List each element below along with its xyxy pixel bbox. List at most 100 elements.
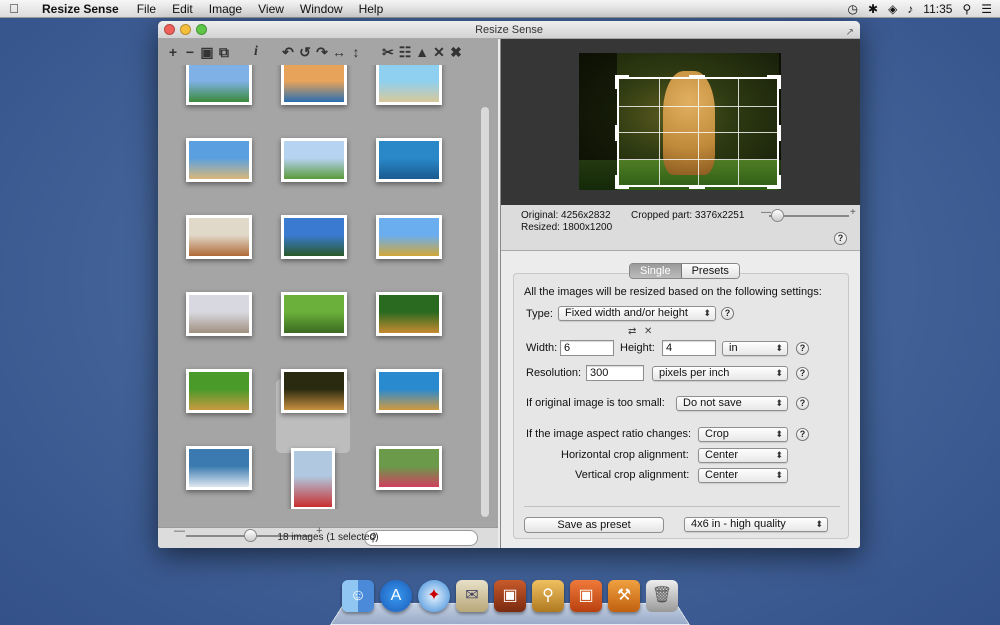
photo-booth-icon[interactable]: ▣ <box>494 580 526 612</box>
flip-vertical-icon[interactable]: ↕ <box>349 44 363 60</box>
clock[interactable]: 11:35 <box>923 2 952 16</box>
remove-icon[interactable]: − <box>183 44 197 60</box>
tab-single[interactable]: Single <box>630 264 682 278</box>
clear-dimensions-icon[interactable]: ✕ <box>644 326 652 337</box>
type-help-button[interactable]: ? <box>721 307 734 320</box>
preview-photo[interactable] <box>579 53 781 190</box>
aspect-help-button[interactable]: ? <box>796 428 809 441</box>
crop-icon[interactable]: ✂ <box>381 44 395 61</box>
thumbnail-beach[interactable] <box>186 138 252 182</box>
close-button[interactable] <box>164 24 175 35</box>
settings-intro: All the images will be resized based on … <box>524 286 822 298</box>
thumbnail-girl-meadow[interactable] <box>376 446 442 490</box>
apple-icon[interactable]:  <box>0 1 28 16</box>
size-help-button[interactable]: ? <box>796 342 809 355</box>
help-button[interactable]: ? <box>834 232 847 245</box>
tab-presets[interactable]: Presets <box>681 264 739 278</box>
thumbnail-tiger[interactable] <box>376 292 442 336</box>
crop-handle-top[interactable] <box>689 75 705 79</box>
trash-icon[interactable]: 🗑 <box>646 580 678 612</box>
crop-handle-top-left[interactable] <box>615 75 629 89</box>
wifi-icon[interactable]: ◈ <box>888 2 897 16</box>
menu-window[interactable]: Window <box>300 2 343 16</box>
thumbnail-cheetah[interactable] <box>281 369 347 413</box>
volume-icon[interactable]: ♪ <box>907 2 913 16</box>
thumbnail-harbor[interactable] <box>281 215 347 259</box>
thumbnail-lion-grass[interactable] <box>186 369 252 413</box>
thumbnail-giraffe[interactable] <box>376 369 442 413</box>
resolution-field[interactable]: 300 <box>586 365 644 381</box>
thumbnail-town-square[interactable] <box>186 292 252 336</box>
thumbnail-river-path[interactable] <box>281 138 347 182</box>
save-icon[interactable]: ▣ <box>200 44 214 61</box>
too-small-help-button[interactable]: ? <box>796 397 809 410</box>
preview-icon[interactable]: ⚲ <box>532 580 564 612</box>
height-field[interactable]: 4 <box>662 340 716 356</box>
info-icon[interactable]: i <box>249 44 263 60</box>
thumbnail-boy-running[interactable] <box>291 448 335 509</box>
crop-auto-icon[interactable]: ▲ <box>415 44 429 60</box>
type-select[interactable]: Fixed width and/or height <box>558 306 716 321</box>
time-machine-icon[interactable]: ◷ <box>848 2 858 16</box>
mail-icon[interactable]: ✉ <box>456 580 488 612</box>
thumbnail-rock-arch[interactable] <box>376 138 442 182</box>
resolution-help-button[interactable]: ? <box>796 367 809 380</box>
thumbnail-heron[interactable] <box>186 446 252 490</box>
h-align-select[interactable]: Center <box>698 448 788 463</box>
add-icon[interactable]: + <box>166 44 180 60</box>
app-store-icon[interactable]: A <box>380 580 412 612</box>
unit-select[interactable]: in <box>722 341 788 356</box>
menu-view[interactable]: View <box>258 2 284 16</box>
save-as-preset-button[interactable]: Save as preset <box>524 517 664 533</box>
thumbnail-castle[interactable] <box>376 215 442 259</box>
menu-app-name[interactable]: Resize Sense <box>42 2 119 16</box>
window-title: Resize Sense <box>475 24 543 36</box>
zoom-button[interactable] <box>196 24 207 35</box>
thumbnail-autumn-lake[interactable] <box>186 215 252 259</box>
safari-icon[interactable]: ✦ <box>418 580 450 612</box>
aspect-select[interactable]: Crop <box>698 427 788 442</box>
notification-center-icon[interactable]: ☰ <box>981 2 992 16</box>
resize-sense-icon[interactable]: ▣ <box>570 580 602 612</box>
crop-handle-bottom-left[interactable] <box>615 175 629 189</box>
too-small-select[interactable]: Do not save <box>676 396 788 411</box>
resolution-unit-select[interactable]: pixels per inch <box>652 366 788 381</box>
thumbnail-sea-cliffs[interactable] <box>376 65 442 105</box>
spotlight-icon[interactable]: ⚲ <box>962 2 971 16</box>
crop-handle-left[interactable] <box>615 125 619 141</box>
title-bar[interactable]: Resize Sense ↗ <box>158 21 860 39</box>
minimize-button[interactable] <box>180 24 191 35</box>
clear-all-icon[interactable]: ✖ <box>449 44 463 61</box>
scrollbar-thumb[interactable] <box>481 107 489 517</box>
menu-file[interactable]: File <box>137 2 156 16</box>
crop-handle-bottom-right[interactable] <box>767 175 781 189</box>
settings-pane: Original: 4256x2832 Cropped part: 3376x2… <box>500 39 860 548</box>
crop-handle-right[interactable] <box>777 125 781 141</box>
crop-rectangle[interactable] <box>615 75 781 189</box>
tools-icon[interactable]: ⚒ <box>608 580 640 612</box>
clear-icon[interactable]: ✕ <box>432 44 446 61</box>
rotate-left-alt-icon[interactable]: ↺ <box>298 44 312 61</box>
v-align-select[interactable]: Center <box>698 468 788 483</box>
thumbnail-forest-log[interactable] <box>281 292 347 336</box>
finder-icon[interactable]: ☺ <box>342 580 374 612</box>
bluetooth-icon[interactable]: ✱ <box>868 2 878 16</box>
vertical-scrollbar[interactable] <box>480 87 490 527</box>
crop-handle-top-right[interactable] <box>767 75 781 89</box>
preview-zoom-in-icon[interactable]: + <box>850 207 856 218</box>
width-field[interactable]: 6 <box>560 340 614 356</box>
rotate-left-icon[interactable]: ↶ <box>281 44 295 61</box>
preview-zoom-knob[interactable] <box>771 209 784 222</box>
swap-dimensions-icon[interactable]: ⇄ <box>628 326 636 337</box>
preset-select[interactable]: 4x6 in - high quality <box>684 517 828 532</box>
crop-alt-icon[interactable]: ☷ <box>398 44 412 61</box>
rotate-right-icon[interactable]: ↷ <box>315 44 329 61</box>
crop-handle-bottom[interactable] <box>689 185 705 189</box>
save-all-icon[interactable]: ⧉ <box>217 44 231 61</box>
menu-help[interactable]: Help <box>359 2 384 16</box>
thumbnail-lake-trees[interactable] <box>281 65 347 105</box>
flip-horizontal-icon[interactable]: ↔ <box>332 44 346 60</box>
menu-edit[interactable]: Edit <box>172 2 193 16</box>
thumbnail-windmill[interactable] <box>186 65 252 105</box>
menu-image[interactable]: Image <box>209 2 242 16</box>
